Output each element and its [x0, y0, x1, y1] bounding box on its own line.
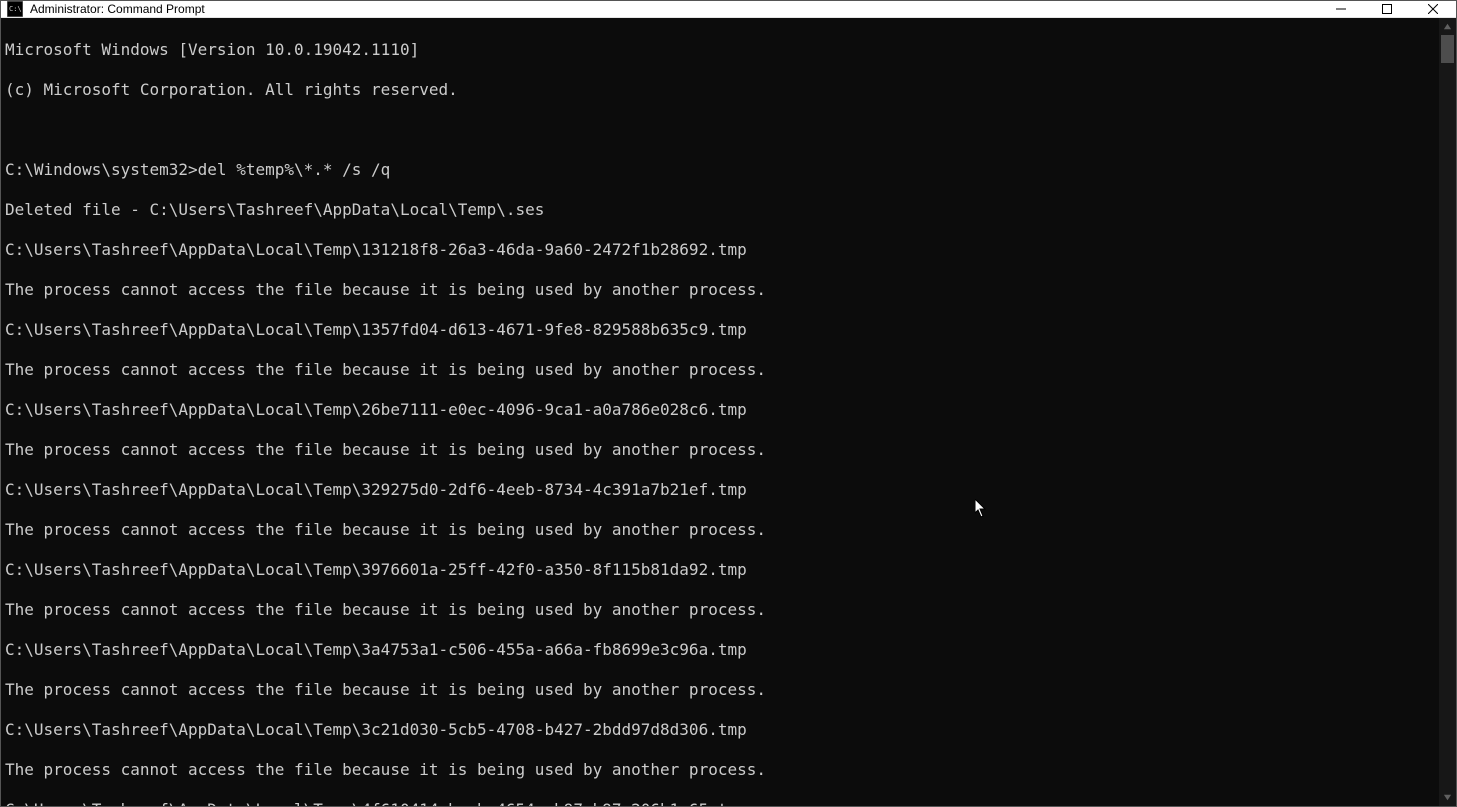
- error-line: The process cannot access the file becau…: [5, 360, 1439, 380]
- output-line: C:\Users\Tashreef\AppData\Local\Temp\135…: [5, 320, 1439, 340]
- svg-text:C:\: C:\: [9, 5, 22, 13]
- command-prompt-window: C:\ Administrator: Command Prompt Micros…: [0, 0, 1457, 807]
- maximize-button[interactable]: [1364, 1, 1410, 17]
- scroll-up-arrow-icon[interactable]: [1439, 18, 1456, 35]
- output-line: C:\Users\Tashreef\AppData\Local\Temp\131…: [5, 240, 1439, 260]
- output-line: C:\Users\Tashreef\AppData\Local\Temp\26b…: [5, 400, 1439, 420]
- titlebar[interactable]: C:\ Administrator: Command Prompt: [1, 1, 1456, 18]
- scroll-down-arrow-icon[interactable]: [1439, 789, 1456, 806]
- close-button[interactable]: [1410, 1, 1456, 17]
- error-line: The process cannot access the file becau…: [5, 280, 1439, 300]
- vertical-scrollbar[interactable]: [1439, 18, 1456, 806]
- client-area: Microsoft Windows [Version 10.0.19042.11…: [1, 18, 1456, 806]
- command-prompt-icon: C:\: [7, 1, 23, 17]
- output-line: C:\Users\Tashreef\AppData\Local\Temp\4f6…: [5, 800, 1439, 806]
- error-line: The process cannot access the file becau…: [5, 520, 1439, 540]
- blank-line: [5, 120, 1439, 140]
- output-line: C:\Users\Tashreef\AppData\Local\Temp\397…: [5, 560, 1439, 580]
- scrollbar-thumb[interactable]: [1441, 35, 1454, 63]
- error-line: The process cannot access the file becau…: [5, 600, 1439, 620]
- error-line: The process cannot access the file becau…: [5, 760, 1439, 780]
- output-line: C:\Users\Tashreef\AppData\Local\Temp\3a4…: [5, 640, 1439, 660]
- output-line: C:\Users\Tashreef\AppData\Local\Temp\3c2…: [5, 720, 1439, 740]
- output-line: Deleted file - C:\Users\Tashreef\AppData…: [5, 200, 1439, 220]
- header-line: (c) Microsoft Corporation. All rights re…: [5, 80, 1439, 100]
- prompt-path: C:\Windows\system32>: [5, 160, 198, 179]
- window-controls: [1318, 1, 1456, 17]
- header-line: Microsoft Windows [Version 10.0.19042.11…: [5, 40, 1439, 60]
- output-line: C:\Users\Tashreef\AppData\Local\Temp\329…: [5, 480, 1439, 500]
- command-text: del %temp%\*.* /s /q: [198, 160, 391, 179]
- window-title: Administrator: Command Prompt: [30, 2, 205, 16]
- prompt-line: C:\Windows\system32>del %temp%\*.* /s /q: [5, 160, 1439, 180]
- terminal-output[interactable]: Microsoft Windows [Version 10.0.19042.11…: [1, 18, 1439, 806]
- minimize-button[interactable]: [1318, 1, 1364, 17]
- error-line: The process cannot access the file becau…: [5, 680, 1439, 700]
- error-line: The process cannot access the file becau…: [5, 440, 1439, 460]
